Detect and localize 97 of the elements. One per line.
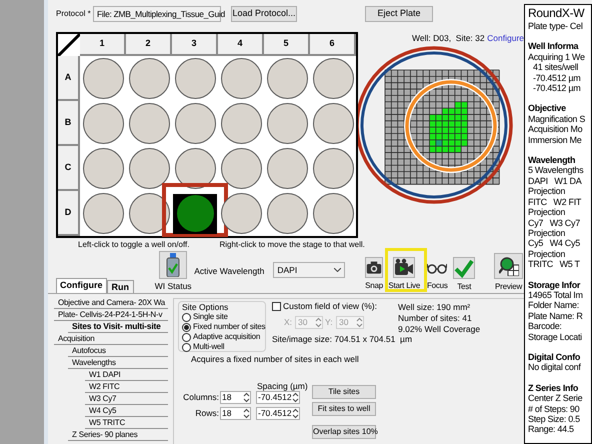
field-label: X:: [284, 316, 293, 329]
well-info-text: Number of sites: 41: [398, 312, 473, 323]
row-header: A: [58, 56, 80, 101]
column-header: 6: [310, 34, 356, 56]
summary-text: 5 Wavelengths: [528, 165, 584, 176]
tree-item[interactable]: Wavelengths: [68, 357, 168, 369]
site-position: Well: D03, Site: 32: [412, 32, 485, 44]
column-header: 4: [218, 34, 264, 56]
plate-hint: Right-click to move the stage to that well.: [219, 239, 365, 249]
tree-item[interactable]: Sites to Visit- multi-site: [68, 321, 168, 333]
field-label: Y:: [325, 316, 334, 329]
summary-text: Projection: [528, 228, 566, 238]
summary-text: Cy7 W3 Cy7: [528, 218, 581, 228]
checkbox-label: Custom field of view (%):: [283, 300, 377, 313]
row-header: D: [58, 191, 80, 236]
summary-text: Range: 44.5: [528, 424, 575, 435]
spin-field[interactable]: 18: [220, 390, 251, 404]
column-header: 1: [80, 34, 126, 56]
eject-plate-button[interactable]: Eject Plate: [365, 6, 433, 22]
summary-text: Center Z Serie: [528, 393, 584, 404]
radio-label: Adaptive acquisition: [193, 331, 260, 343]
radio-label: Single site: [193, 312, 228, 323]
column-header: 2: [126, 34, 172, 56]
wavelength-dropdown[interactable]: DAPI: [273, 262, 346, 278]
row-header: C: [58, 146, 80, 191]
tab[interactable]: Run: [106, 280, 134, 293]
row-header: B: [58, 101, 80, 146]
summary-text: Folder Name:: [528, 300, 580, 311]
tab[interactable]: Configure: [56, 278, 106, 293]
summary-text: Immersion Me: [528, 134, 582, 146]
summary-text: 14965 Total Im: [528, 290, 584, 300]
summary-text: No digital conf: [528, 362, 582, 373]
spin-field[interactable]: 18: [220, 406, 251, 420]
site-action-button[interactable]: Overlap sites 10%: [312, 424, 376, 439]
tree-item[interactable]: W4 Cy5: [85, 405, 168, 417]
summary-heading: Digital Confo: [528, 352, 582, 362]
tree-item[interactable]: Z Series- 90 planes: [68, 429, 168, 441]
spin-field[interactable]: -70.4512: [256, 390, 300, 404]
site-image-size: Site/image size: 704.51 x 704.51 µm: [272, 333, 412, 346]
summary-heading: Z Series Info: [528, 382, 580, 394]
summary-heading: Objective: [528, 103, 567, 114]
summary-text: DAPI W1 DA: [528, 176, 583, 186]
summary-text: -70.4512 µm: [532, 83, 582, 94]
summary-text: Magnification S: [528, 114, 586, 124]
configure-link[interactable]: Configure: [487, 32, 524, 44]
field-label: Columns:: [182, 390, 220, 404]
group-title: Site Options: [182, 303, 230, 312]
summary-text: -70.4512 µm: [532, 72, 582, 84]
summary-title: RoundX-W: [528, 6, 586, 21]
summary-text: FITC W2 FIT: [528, 196, 582, 208]
summary-text: Step Size: 0.5: [528, 414, 581, 424]
tree-item[interactable]: Plate- Cellvis-24-P24-1-5H-N-v: [54, 309, 168, 321]
summary-text: Acquisition Mo: [528, 124, 584, 135]
test-label: Test: [457, 281, 472, 293]
focus-label: Focus: [426, 280, 448, 292]
tree-item[interactable]: W5 TRITC: [85, 417, 168, 429]
summary-text: 41 sites/well: [532, 62, 580, 73]
tree-item[interactable]: W3 Cy7: [85, 393, 168, 405]
load-protocol-button[interactable]: Load Protocol...: [231, 6, 297, 22]
snap-label: Snap: [365, 280, 384, 292]
summary-text: TRITC W5 T: [528, 259, 581, 270]
column-header: 5: [264, 34, 310, 56]
summary-text: Projection: [528, 207, 566, 218]
tree-item[interactable]: Acquisition: [54, 333, 168, 345]
summary-heading: Wavelength: [528, 155, 576, 166]
summary-text: Acquiring 1 We: [528, 52, 586, 62]
well-info-text: 9.02% Well Coverage: [398, 323, 480, 334]
wi-status-label: WI Status: [154, 280, 192, 293]
summary-text: Barcode:: [528, 321, 563, 332]
field-label: Rows:: [194, 406, 220, 420]
summary-heading: Storage Infor: [528, 280, 582, 290]
radio-label: Multi-well: [193, 341, 224, 353]
plate-hint: Left-click to toggle a well on/off.: [78, 239, 190, 249]
tree-item[interactable]: W2 FITC: [85, 381, 168, 393]
radio-label: Fixed number of sites: [193, 321, 266, 333]
live-label: Start Live: [388, 280, 420, 292]
summary-text: Storage Locati: [528, 332, 583, 342]
summary-heading: Well Informa: [528, 41, 580, 52]
well-info-text: Well size: 190 mm²: [398, 301, 472, 312]
spacing-label: Spacing (µm): [257, 380, 308, 390]
tree-item[interactable]: W1 DAPI: [85, 369, 168, 381]
tree-item[interactable]: Objective and Camera- 20X Wa: [54, 297, 168, 309]
site-option-description: Acquires a fixed number of sites in each well: [191, 353, 360, 366]
summary-text: Cy5 W4 Cy5: [528, 238, 581, 249]
site-action-button[interactable]: Tile sites: [312, 384, 376, 399]
summary-text: Plate Name: R: [528, 310, 584, 322]
spin-field[interactable]: -70.4512: [256, 406, 300, 420]
summary-text: # of Steps: 90: [528, 404, 580, 414]
protocol-label: Protocol *: [56, 8, 92, 20]
active-wavelength-label: Active Wavelength: [194, 265, 264, 277]
site-action-button[interactable]: Fit sites to well: [312, 402, 376, 416]
tree-item[interactable]: Autofocus: [68, 345, 168, 357]
summary-text: Plate type- Cel: [528, 21, 584, 32]
summary-text: Projection: [528, 248, 566, 260]
summary-text: Projection: [528, 186, 566, 197]
preview-label: Preview: [494, 281, 522, 293]
column-header: 3: [172, 34, 218, 56]
